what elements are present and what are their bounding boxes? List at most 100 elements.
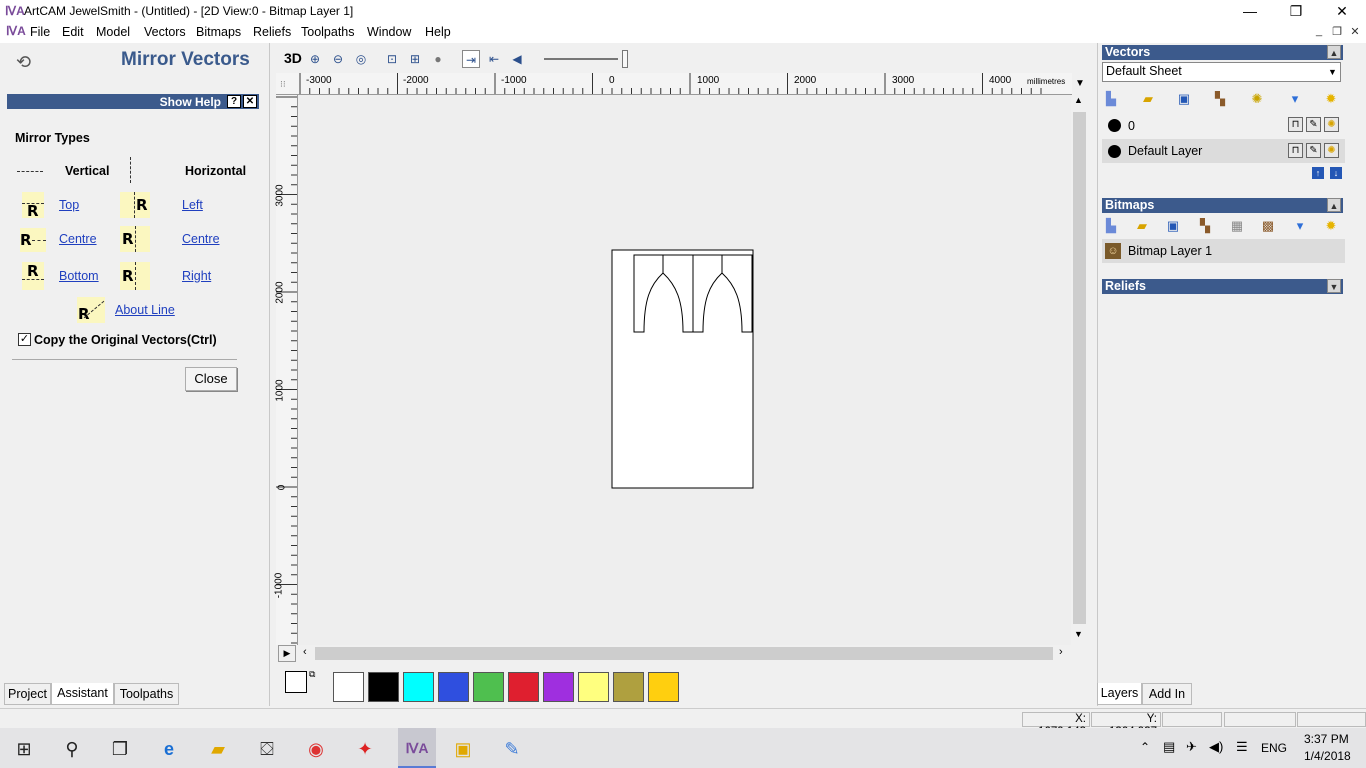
show-help-bar[interactable]: Show Help ? ✕ bbox=[7, 94, 259, 109]
mirror-bottom-icon[interactable]: R bbox=[22, 262, 44, 290]
tab-layers[interactable]: Layers bbox=[1097, 683, 1142, 705]
sheet-select[interactable]: Default Sheet bbox=[1102, 62, 1341, 82]
app-yellow-icon[interactable]: ▣ bbox=[450, 736, 476, 762]
image-icon[interactable]: ▩ bbox=[1260, 218, 1276, 234]
merge-bitmap-icon[interactable]: ▚ bbox=[1197, 218, 1213, 234]
file-explorer-icon[interactable]: ▰ bbox=[205, 736, 231, 762]
color-swatch[interactable] bbox=[578, 672, 609, 702]
show-help-label[interactable]: Show Help bbox=[160, 95, 221, 109]
copy-original-checkbox[interactable]: ✓ bbox=[18, 333, 31, 346]
delete-bitmap-icon[interactable]: ▾ bbox=[1292, 218, 1308, 234]
menu-edit[interactable]: Edit bbox=[62, 25, 84, 39]
copy-original-label[interactable]: Copy the Original Vectors(Ctrl) bbox=[34, 333, 217, 347]
eraser-icon[interactable]: ◀ bbox=[508, 50, 526, 68]
mirror-top-icon[interactable]: R bbox=[22, 192, 44, 220]
menu-model[interactable]: Model bbox=[96, 25, 130, 39]
scroll-left-icon[interactable]: ‹ bbox=[303, 646, 307, 658]
vertical-scroll-thumb[interactable] bbox=[1073, 112, 1086, 624]
color-swatch[interactable] bbox=[368, 672, 399, 702]
paint-icon[interactable]: ✎ bbox=[499, 736, 525, 762]
sheet-dropdown-icon[interactable]: ▼ bbox=[1325, 63, 1340, 81]
scroll-up-icon[interactable]: ▲ bbox=[1074, 95, 1083, 105]
tray-keyboard-icon[interactable]: ▤ bbox=[1163, 739, 1175, 755]
save-bitmap-icon[interactable]: ▣ bbox=[1165, 218, 1181, 234]
merge-icon[interactable]: ▚ bbox=[1212, 91, 1228, 107]
scroll-down-icon[interactable]: ▼ bbox=[1074, 629, 1083, 639]
mirror-right-link[interactable]: Right bbox=[182, 269, 211, 283]
layer-toggle-icon[interactable]: ▶ bbox=[278, 645, 296, 662]
close-help-icon[interactable]: ✕ bbox=[243, 95, 257, 108]
chrome-icon[interactable]: ◉ bbox=[303, 736, 329, 762]
layer-color-dot[interactable] bbox=[1108, 145, 1121, 158]
start-icon[interactable]: ⊞ bbox=[11, 736, 37, 762]
zoom-previous-icon[interactable]: ◎ bbox=[352, 50, 370, 68]
vector-layer-row[interactable]: Default Layer ⊓ ✎ ✺ bbox=[1102, 139, 1345, 163]
open-bitmap-icon[interactable]: ▰ bbox=[1134, 218, 1150, 234]
mirror-top-link[interactable]: Top bbox=[59, 198, 79, 212]
scroll-right-icon[interactable]: › bbox=[1059, 646, 1063, 658]
mirror-centre-horizontal-link[interactable]: Centre bbox=[182, 232, 220, 246]
tab-add-in[interactable]: Add In bbox=[1142, 683, 1192, 705]
menu-file[interactable]: File bbox=[30, 25, 50, 39]
color-swatch[interactable] bbox=[438, 672, 469, 702]
export-icon[interactable]: ⇤ bbox=[485, 50, 503, 68]
layer-name[interactable]: 0 bbox=[1128, 119, 1135, 133]
tab-toolpaths[interactable]: Toolpaths bbox=[114, 683, 179, 705]
mirror-centre-horizontal-icon[interactable]: R bbox=[120, 226, 150, 252]
foreground-color[interactable] bbox=[285, 671, 307, 693]
units-dropdown-icon[interactable]: ▼ bbox=[1072, 73, 1088, 95]
document-icon[interactable]: ⅣA bbox=[6, 24, 26, 38]
color-swatch[interactable] bbox=[648, 672, 679, 702]
mirror-centre-vertical-link[interactable]: Centre bbox=[59, 232, 97, 246]
mirror-about-line-icon[interactable]: R bbox=[77, 297, 105, 323]
zoom-box-icon[interactable]: ● bbox=[429, 50, 447, 68]
mirror-left-link[interactable]: Left bbox=[182, 198, 203, 212]
zoom-in-icon[interactable]: ⊕ bbox=[306, 50, 324, 68]
color-swatch[interactable] bbox=[508, 672, 539, 702]
maximize-button[interactable]: ❐ bbox=[1273, 0, 1319, 23]
mirror-left-icon[interactable]: R bbox=[120, 192, 150, 218]
color-swatch[interactable] bbox=[543, 672, 574, 702]
import-icon[interactable]: ⇥ bbox=[462, 50, 480, 68]
tray-language[interactable]: ENG bbox=[1261, 741, 1287, 755]
mirror-about-line-link[interactable]: About Line bbox=[115, 303, 175, 317]
vectors-header[interactable]: Vectors bbox=[1102, 45, 1343, 60]
visibility-bulb-icon[interactable]: ✺ bbox=[1324, 143, 1339, 158]
horizontal-scroll-thumb[interactable] bbox=[315, 647, 1053, 660]
tray-network-icon[interactable]: ✈ bbox=[1186, 739, 1197, 755]
menu-toolpaths[interactable]: Toolpaths bbox=[301, 25, 355, 39]
lock-icon[interactable]: ⊓ bbox=[1288, 143, 1303, 158]
visibility-bulb-icon[interactable]: ✺ bbox=[1324, 117, 1339, 132]
mdi-minimize-button[interactable]: _ bbox=[1310, 25, 1328, 41]
save-icon[interactable]: ▣ bbox=[1176, 91, 1192, 107]
menu-reliefs[interactable]: Reliefs bbox=[253, 25, 291, 39]
tray-notification-icon[interactable]: ☰ bbox=[1236, 739, 1248, 755]
close-window-button[interactable]: ✕ bbox=[1319, 0, 1365, 23]
2d-view-canvas[interactable] bbox=[298, 95, 1071, 645]
color-swatch[interactable] bbox=[403, 672, 434, 702]
color-swatch[interactable] bbox=[473, 672, 504, 702]
open-folder-icon[interactable]: ▰ bbox=[1140, 91, 1156, 107]
zoom-selection-icon[interactable]: ⊞ bbox=[406, 50, 424, 68]
show-all-icon[interactable]: ✹ bbox=[1323, 91, 1339, 107]
menu-bitmaps[interactable]: Bitmaps bbox=[196, 25, 241, 39]
color-swatch[interactable] bbox=[613, 672, 644, 702]
zoom-out-icon[interactable]: ⊖ bbox=[329, 50, 347, 68]
color-swatch[interactable] bbox=[333, 672, 364, 702]
bitmap-layer-name[interactable]: Bitmap Layer 1 bbox=[1128, 244, 1212, 258]
tray-chevron-icon[interactable]: ⌃ bbox=[1140, 740, 1150, 754]
mdi-close-button[interactable]: ✕ bbox=[1346, 25, 1364, 41]
mirror-bottom-link[interactable]: Bottom bbox=[59, 269, 99, 283]
layer-color-dot[interactable] bbox=[1108, 119, 1121, 132]
minimize-button[interactable]: — bbox=[1227, 0, 1273, 23]
mdi-restore-button[interactable]: ❐ bbox=[1328, 25, 1346, 41]
vector-layer-row[interactable]: 0 ⊓ ✎ ✺ bbox=[1102, 114, 1345, 138]
zoom-slider-thumb[interactable] bbox=[622, 50, 628, 68]
3d-view-button[interactable]: 3D bbox=[284, 50, 302, 66]
collapse-bitmaps-icon[interactable]: ▲ bbox=[1327, 198, 1341, 212]
layer-name[interactable]: Default Layer bbox=[1128, 144, 1202, 158]
move-layer-down-icon[interactable]: ↓ bbox=[1330, 167, 1342, 179]
search-icon[interactable]: ⚲ bbox=[59, 736, 85, 762]
task-view-icon[interactable]: ❐ bbox=[107, 736, 133, 762]
expand-reliefs-icon[interactable]: ▼ bbox=[1327, 279, 1341, 293]
